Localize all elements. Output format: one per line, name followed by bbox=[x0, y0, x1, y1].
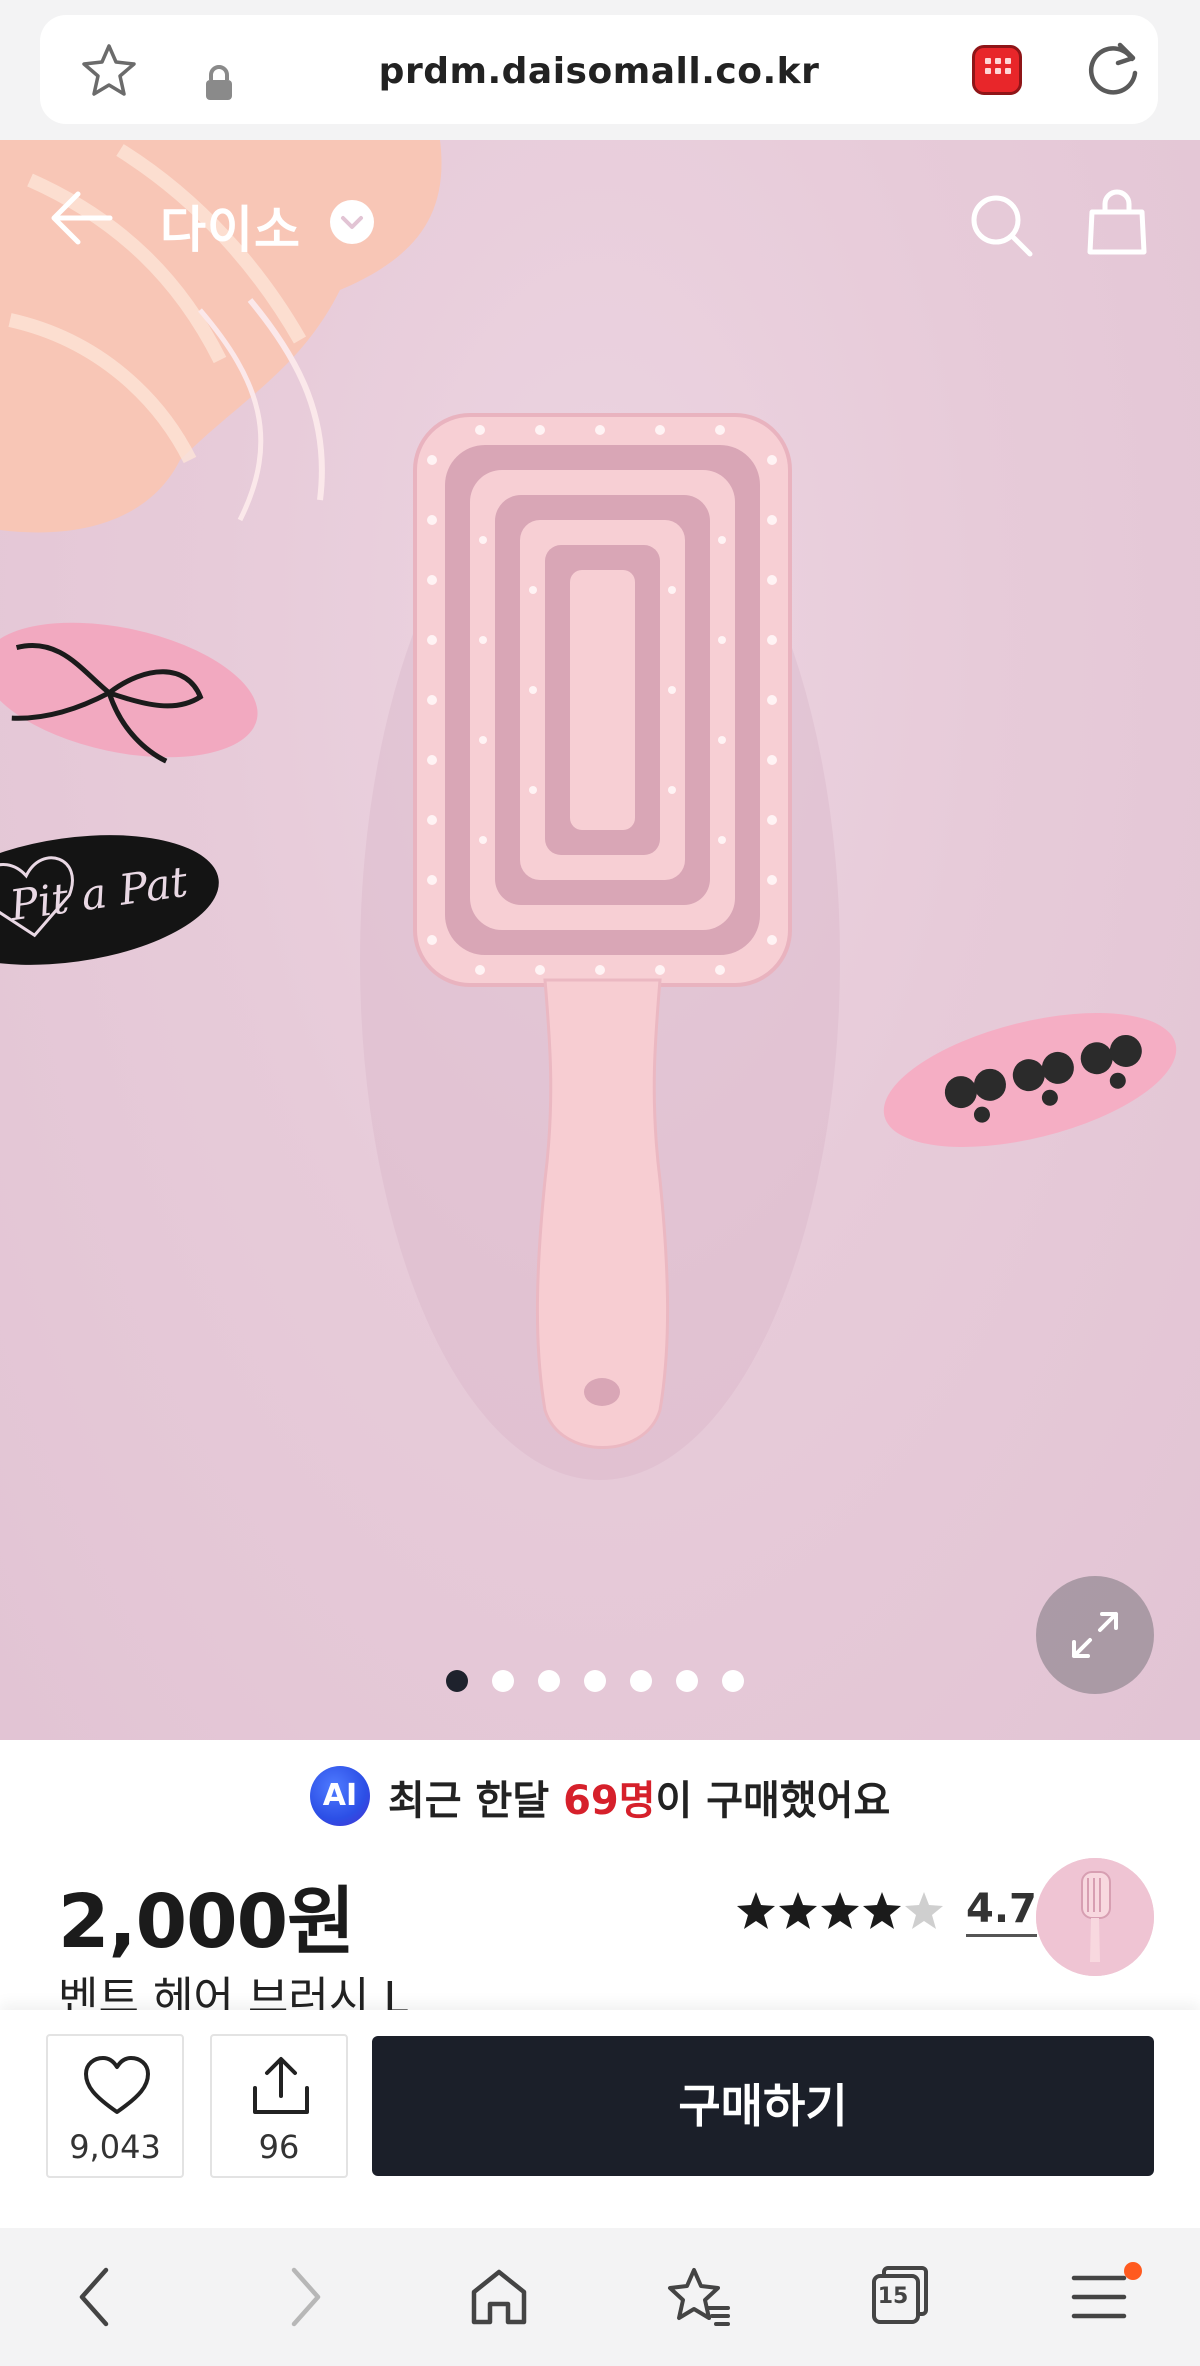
site-header: 다이소 bbox=[0, 140, 1200, 300]
share-icon bbox=[253, 2057, 309, 2114]
share-button[interactable]: 96 bbox=[210, 2034, 348, 2178]
rating-stars bbox=[737, 1892, 943, 1929]
page-dot[interactable] bbox=[676, 1670, 698, 1692]
rating-score[interactable]: 4.7 bbox=[966, 1886, 1037, 1937]
url-field[interactable]: prdm.daisomall.co.kr bbox=[40, 15, 1158, 124]
bookmarks-icon[interactable] bbox=[664, 2262, 734, 2332]
daiso-app-badge-icon[interactable] bbox=[972, 45, 1022, 95]
back-icon[interactable] bbox=[62, 2262, 132, 2332]
product-photo: Pit a Pat bbox=[0, 140, 1177, 1480]
product-price: 2,000원 bbox=[58, 1879, 355, 1965]
browser-address-bar: prdm.daisomall.co.kr bbox=[0, 0, 1200, 140]
forward-icon[interactable] bbox=[268, 2262, 338, 2332]
expand-icon bbox=[1072, 1612, 1118, 1658]
tabs-count: 15 bbox=[877, 2284, 909, 2309]
search-icon[interactable] bbox=[968, 192, 1034, 258]
expand-image-button[interactable] bbox=[1036, 1576, 1154, 1694]
page-dot[interactable] bbox=[630, 1670, 652, 1692]
reload-icon[interactable] bbox=[1080, 37, 1146, 103]
back-arrow-icon[interactable] bbox=[46, 188, 114, 248]
share-count: 96 bbox=[258, 2128, 300, 2166]
ai-badge: AI bbox=[310, 1766, 370, 1826]
page-dot[interactable] bbox=[492, 1670, 514, 1692]
browser-toolbar: 15 bbox=[0, 2228, 1200, 2366]
page-dot[interactable] bbox=[584, 1670, 606, 1692]
purchase-count-text: 최근 한달 69명이 구매했어요 bbox=[388, 1778, 891, 1824]
brand-name[interactable]: 다이소 bbox=[160, 190, 301, 262]
heart-icon bbox=[84, 2056, 150, 2114]
shopping-bag-icon[interactable] bbox=[1086, 188, 1148, 256]
chevron-down-icon[interactable] bbox=[330, 200, 374, 244]
page-dot[interactable] bbox=[722, 1670, 744, 1692]
wishlist-button[interactable]: 9,043 bbox=[46, 2034, 184, 2178]
wishlist-count: 9,043 bbox=[69, 2128, 161, 2166]
brush-thumbnail-image bbox=[1036, 1858, 1154, 1976]
recent-purchase-info: AI 최근 한달 69명이 구매했어요 bbox=[0, 1760, 1200, 1830]
page-dot[interactable] bbox=[538, 1670, 560, 1692]
product-name: 벤트 헤어 브러시 L bbox=[58, 1973, 408, 2012]
purchase-count: 69명 bbox=[563, 1778, 656, 1824]
tabs-button[interactable]: 15 bbox=[864, 2262, 934, 2332]
buy-button[interactable]: 구매하기 bbox=[372, 2036, 1154, 2176]
notification-dot bbox=[1124, 2262, 1142, 2280]
product-image-gallery[interactable]: Pit a Pat 다이소 bbox=[0, 140, 1200, 1740]
home-icon[interactable] bbox=[464, 2262, 534, 2332]
review-thumbnail[interactable] bbox=[1036, 1858, 1154, 1976]
page-dot-active[interactable] bbox=[446, 1670, 468, 1692]
purchase-bar: 9,043 96 구매하기 bbox=[0, 2010, 1200, 2228]
